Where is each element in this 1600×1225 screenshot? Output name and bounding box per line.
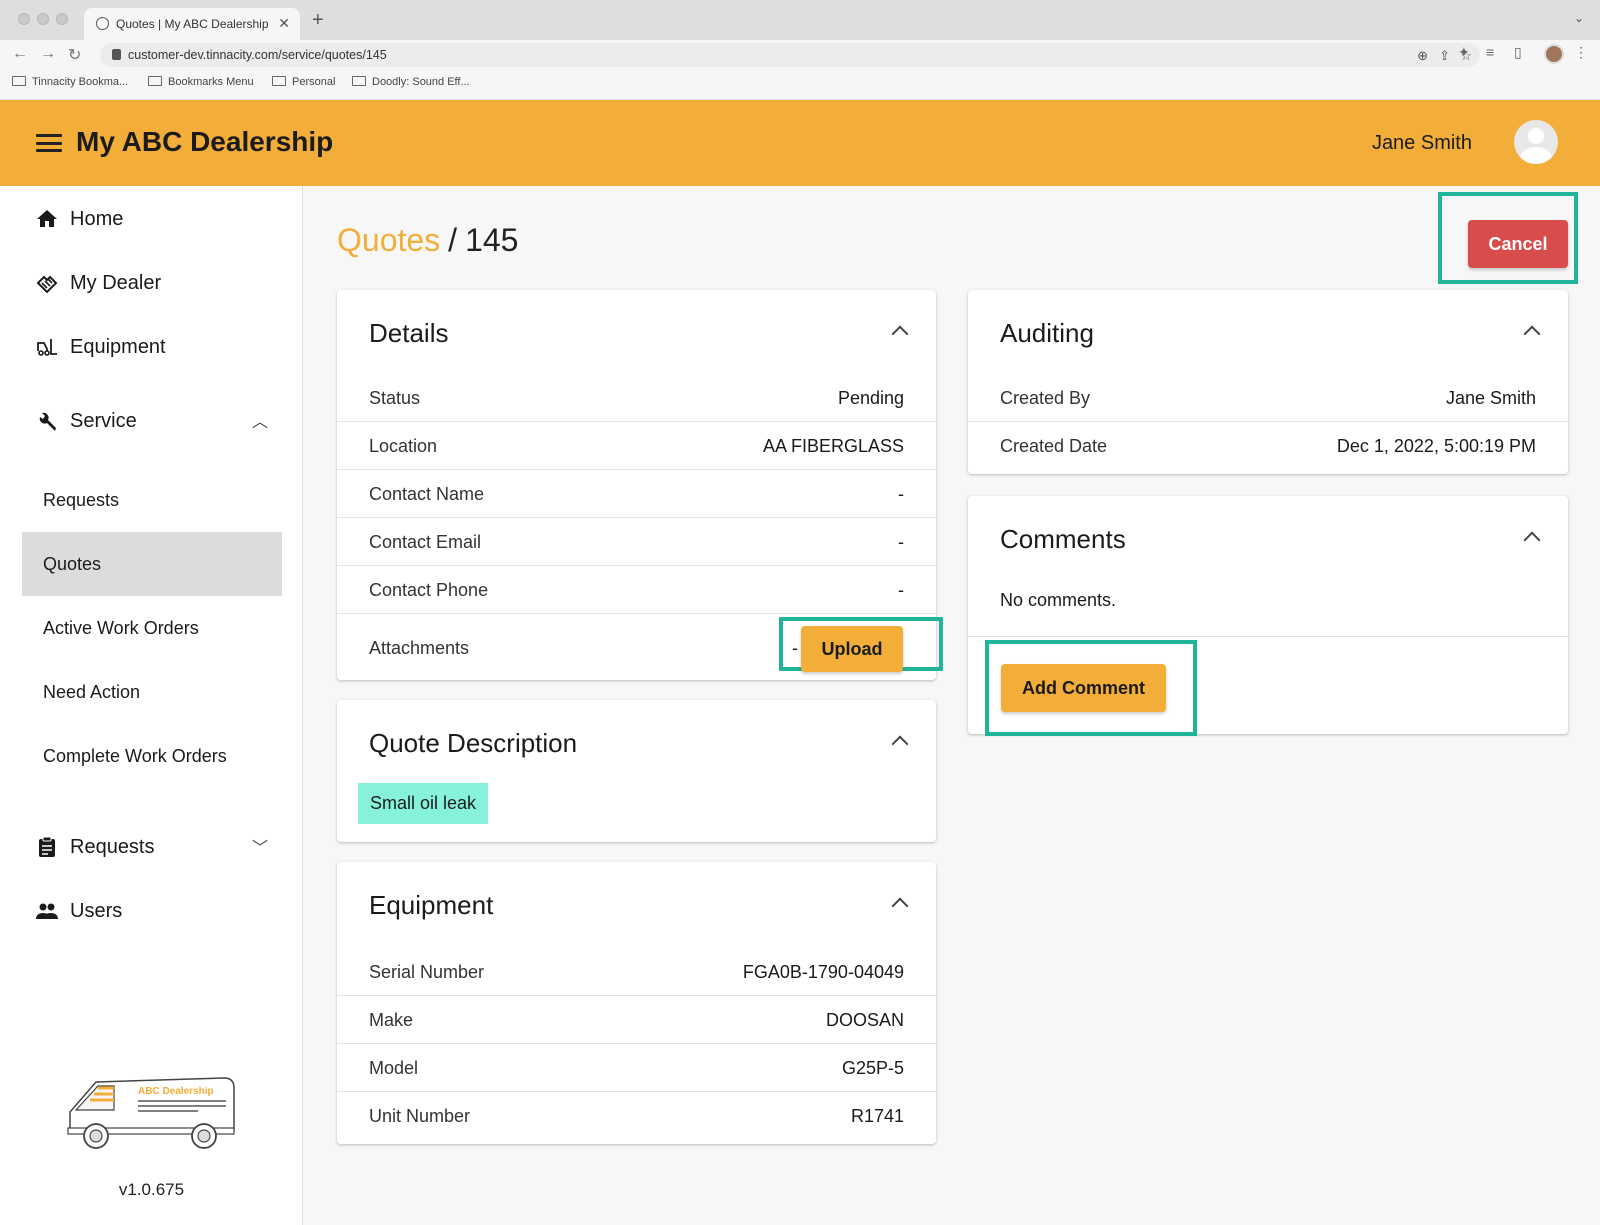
new-tab-button[interactable]: +	[312, 9, 324, 32]
url-text: customer-dev.tinnacity.com/service/quote…	[128, 48, 387, 62]
chevron-up-icon[interactable]: ︿	[252, 408, 268, 432]
user-name[interactable]: Jane Smith	[1372, 132, 1472, 155]
window-minimize-button[interactable]	[37, 13, 49, 25]
sidebar-item-need-action[interactable]: Need Action	[22, 660, 282, 724]
equipment-row: Serial Number FGA0B-1790-04049	[337, 948, 936, 996]
chevron-up-icon[interactable]	[891, 735, 909, 753]
auditing-row: Created Date Dec 1, 2022, 5:00:19 PM	[1000, 436, 1536, 456]
dealership-logo: ABC Dealership	[67, 1077, 235, 1149]
window-zoom-button[interactable]	[56, 13, 68, 25]
chevron-up-icon[interactable]	[1523, 531, 1541, 549]
bookmark-item[interactable]: Doodly: Sound Eff...	[352, 76, 470, 88]
equipment-row: Unit Number R1741	[369, 1106, 904, 1126]
reload-icon[interactable]: ↻	[68, 45, 81, 65]
upload-button[interactable]: Upload	[801, 626, 903, 672]
sidebar-item-users[interactable]: Users	[22, 886, 282, 936]
sidebar-item-active-work-orders[interactable]: Active Work Orders	[22, 596, 282, 660]
browser-menu-icon[interactable]: ⋮	[1574, 44, 1588, 61]
breadcrumb-quotes-link[interactable]: Quotes	[337, 222, 440, 258]
attachments-label: Attachments	[369, 638, 470, 658]
card-title: Equipment	[369, 890, 494, 920]
add-comment-button[interactable]: Add Comment	[1001, 664, 1166, 712]
url-input[interactable]: customer-dev.tinnacity.com/service/quote…	[100, 43, 1480, 67]
bookmark-item[interactable]: Bookmarks Menu	[148, 76, 254, 88]
lock-icon	[112, 49, 121, 60]
zoom-icon[interactable]: ⊕	[1417, 48, 1428, 64]
home-icon	[37, 210, 57, 227]
folder-icon	[272, 76, 286, 86]
chevron-down-icon[interactable]: ﹀	[252, 834, 268, 858]
globe-icon	[96, 17, 109, 30]
sidebar-item-home[interactable]: Home	[22, 194, 282, 244]
no-comments-text: No comments.	[1000, 590, 1117, 610]
sidebar-item-my-dealer[interactable]: My Dealer	[22, 258, 282, 308]
sidebar-item-complete-work-orders[interactable]: Complete Work Orders	[22, 724, 282, 788]
chevron-up-icon[interactable]	[1523, 325, 1541, 343]
user-avatar[interactable]	[1514, 120, 1558, 164]
address-bar-row: ← → ↻ customer-dev.tinnacity.com/service…	[0, 40, 1600, 70]
card-title: Auditing	[1000, 318, 1094, 348]
bookmark-item[interactable]: Personal	[272, 76, 335, 88]
breadcrumb-current: 145	[465, 222, 519, 258]
side-panel-icon[interactable]: ▯	[1514, 44, 1522, 61]
share-icon[interactable]: ⇪	[1439, 48, 1450, 64]
detail-row: Contact Name -	[337, 470, 936, 518]
extensions-icon[interactable]: ✦	[1458, 44, 1470, 61]
app-title: My ABC Dealership	[76, 126, 334, 157]
card-title: Quote Description	[369, 728, 578, 758]
chevron-up-icon[interactable]	[891, 897, 909, 915]
bookmark-page-icon	[352, 76, 366, 86]
bookmarks-bar: Tinnacity Bookma... Bookmarks Menu Perso…	[0, 70, 1600, 100]
app-version: v1.0.675	[118, 1180, 185, 1199]
sidebar-item-equipment[interactable]: Equipment	[22, 322, 282, 372]
menu-icon[interactable]	[36, 134, 62, 152]
auditing-card: Auditing Created By Jane Smith Created Da…	[968, 290, 1568, 474]
wrench-icon	[39, 412, 56, 431]
logo-text: ABC Dealership	[138, 1086, 214, 1097]
breadcrumb: Quotes/145	[337, 222, 518, 259]
tab-search-chevron-icon[interactable]: ⌄	[1574, 11, 1584, 25]
quote-description-card: Quote Description Small oil leak	[337, 700, 936, 842]
cancel-button[interactable]: Cancel	[1468, 220, 1568, 268]
sidebar-item-requests[interactable]: Requests	[22, 468, 282, 532]
auditing-row: Created By Jane Smith	[968, 374, 1568, 422]
sidebar-item-service[interactable]: Service ︿	[22, 396, 282, 446]
back-icon[interactable]: ←	[12, 45, 28, 63]
detail-row: Contact Email -	[337, 518, 936, 566]
browser-tab[interactable]: Quotes | My ABC Dealership ✕	[84, 8, 300, 40]
chevron-up-icon[interactable]	[891, 325, 909, 343]
folder-icon	[148, 76, 162, 86]
users-icon	[36, 903, 58, 919]
equipment-row: Make DOOSAN	[337, 996, 936, 1044]
equipment-card: Equipment Serial Number FGA0B-1790-04049 …	[337, 862, 936, 1144]
tab-title: Quotes | My ABC Dealership	[116, 17, 269, 31]
forward-icon[interactable]: →	[40, 45, 56, 63]
card-title: Comments	[1000, 524, 1126, 554]
browser-tab-bar: Quotes | My ABC Dealership ✕ + ⌄	[0, 0, 1600, 40]
status-value: Pending	[837, 388, 904, 408]
close-tab-icon[interactable]: ✕	[278, 15, 290, 32]
folder-icon	[12, 76, 26, 86]
detail-row: Location AA FIBERGLASS	[337, 422, 936, 470]
bookmark-item[interactable]: Tinnacity Bookma...	[12, 76, 128, 88]
clipboard-icon	[39, 836, 55, 857]
profile-avatar[interactable]	[1544, 44, 1564, 64]
reading-list-icon[interactable]: ≡	[1486, 44, 1494, 60]
detail-row: Status Pending	[337, 374, 936, 422]
card-title: Details	[369, 318, 449, 348]
quote-description-text: Small oil leak	[358, 783, 489, 824]
forklift-icon	[37, 339, 57, 356]
window-close-button[interactable]	[18, 13, 30, 25]
sidebar-item-quotes[interactable]: Quotes	[22, 532, 282, 596]
equipment-row: Model G25P-5	[337, 1044, 936, 1092]
detail-row: Contact Phone -	[337, 566, 936, 614]
sidebar-item-requests-group[interactable]: Requests ﹀	[22, 822, 282, 872]
app-header: My ABC Dealership Jane Smith	[0, 100, 1600, 186]
breadcrumb-separator: /	[448, 222, 458, 258]
divider	[968, 636, 1568, 637]
handshake-icon	[36, 275, 58, 294]
